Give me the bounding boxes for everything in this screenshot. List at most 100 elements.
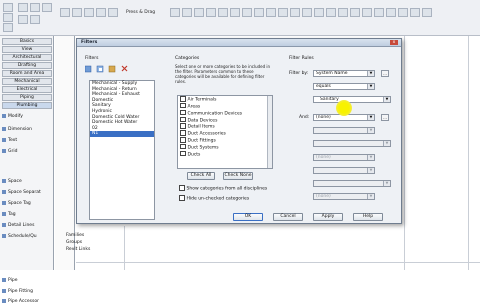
show-all-disciplines-checkbox[interactable] (179, 185, 185, 191)
toolbar-icon[interactable] (3, 3, 13, 12)
toolbar-icon[interactable] (194, 8, 204, 17)
new-filter-icon[interactable] (85, 65, 92, 73)
and-value-field[interactable]: ▼ (313, 140, 391, 147)
toolbar-icon[interactable] (30, 15, 40, 24)
toolbar-icon[interactable] (3, 23, 13, 32)
toolbar-icon[interactable] (410, 8, 420, 17)
category-checkbox[interactable] (180, 102, 186, 109)
tool-pipe-accessory[interactable]: Pipe Accessor (2, 298, 39, 305)
category-item[interactable]: Duct Fittings (178, 137, 272, 144)
toolbar-icon[interactable] (182, 8, 192, 17)
tool-space-tag[interactable]: Space Tag (2, 200, 31, 207)
toolbar-icon[interactable] (206, 8, 216, 17)
toolbar-icon[interactable] (290, 8, 300, 17)
browser-item-groups[interactable]: Groups (66, 240, 82, 245)
toolbar-icon[interactable] (30, 3, 40, 12)
category-item[interactable]: Duct Accessories (178, 130, 272, 137)
tool-text[interactable]: Text (2, 137, 17, 144)
tab-plumbing[interactable]: Plumbing (2, 102, 52, 109)
toolbar-icon[interactable] (18, 3, 28, 12)
category-checkbox[interactable] (180, 123, 186, 129)
categories-scrollbar[interactable] (267, 96, 272, 168)
toolbar-icon[interactable] (350, 8, 360, 17)
toolbar-icon[interactable] (242, 8, 252, 17)
tab-basics[interactable]: Basics (2, 38, 52, 45)
toolbar-icon[interactable] (18, 15, 28, 24)
toolbar-icon[interactable] (230, 8, 240, 17)
browser-item-families[interactable]: Families (66, 233, 84, 238)
duplicate-filter-icon[interactable] (96, 65, 104, 73)
category-checkbox[interactable] (180, 130, 186, 136)
browse-button[interactable]: ... (381, 70, 389, 77)
toolbar-icon[interactable] (314, 8, 324, 17)
category-checkbox[interactable] (180, 137, 186, 143)
rename-filter-icon[interactable] (108, 65, 116, 73)
tab-drafting[interactable]: Drafting (2, 62, 52, 69)
tool-pipe-fitting[interactable]: Pipe Fitting (2, 288, 33, 295)
toolbar-icon[interactable] (42, 3, 52, 12)
and-browse-button[interactable]: ... (381, 114, 389, 121)
operator-select[interactable]: equals ▼ (313, 83, 375, 90)
check-all-button[interactable]: Check All (187, 172, 215, 180)
category-item[interactable]: Data Devices (178, 116, 272, 124)
toolbar-icon[interactable] (326, 8, 336, 17)
tool-tag[interactable]: Tag (2, 211, 16, 218)
toolbar-icon[interactable] (218, 8, 228, 17)
toolbar-icon[interactable] (362, 8, 372, 17)
tab-architectural[interactable]: Architectural (2, 54, 52, 61)
toolbar-icon[interactable] (338, 8, 348, 17)
and2-value-field[interactable]: ▼ (313, 180, 391, 187)
toolbar-icon[interactable] (72, 8, 82, 17)
tool-modify[interactable]: Modify (2, 113, 23, 120)
ok-button[interactable]: OK (233, 213, 263, 221)
toolbar-icon[interactable] (96, 8, 106, 17)
category-item[interactable]: Areas (178, 102, 272, 110)
toolbar-icon[interactable] (254, 8, 264, 17)
hide-unchecked-checkbox[interactable] (179, 195, 185, 201)
tool-dimension[interactable]: Dimension (2, 126, 32, 133)
show-all-disciplines-option[interactable]: Show categories from all disciplines (179, 185, 267, 191)
filter-item-selected[interactable]: N1 (90, 131, 154, 137)
toolbar-icon[interactable] (266, 8, 276, 17)
tool-schedule[interactable]: Schedule/Qu (2, 233, 37, 240)
tool-space[interactable]: Space (2, 178, 22, 185)
category-checkbox[interactable] (180, 150, 186, 157)
toolbar-icon[interactable] (84, 8, 94, 17)
category-item[interactable]: Detail Items (178, 123, 272, 130)
help-button[interactable]: Help (353, 213, 383, 221)
tool-grid[interactable]: Grid (2, 148, 17, 155)
toolbar-icon[interactable] (422, 8, 432, 17)
tab-mechanical[interactable]: Mechanical (2, 78, 52, 85)
category-checkbox[interactable] (180, 96, 186, 102)
category-checkbox[interactable] (180, 143, 186, 150)
dialog-titlebar[interactable]: Filters x (77, 39, 401, 47)
toolbar-icon[interactable] (398, 8, 408, 17)
value-field[interactable]: Sanitary ▼ (313, 96, 391, 103)
and-operator-select[interactable]: ▼ (313, 127, 375, 134)
apply-button[interactable]: Apply (313, 213, 343, 221)
tab-electrical[interactable]: Electrical (2, 86, 52, 93)
categories-list[interactable]: Air Terminals Areas Communication Device… (177, 95, 273, 169)
category-checkbox[interactable] (180, 109, 186, 116)
tool-pipe[interactable]: Pipe (2, 277, 18, 284)
and2-parameter-select[interactable]: (none) ▼ (313, 154, 375, 161)
cancel-button[interactable]: Cancel (273, 213, 303, 221)
check-none-button[interactable]: Check None (223, 172, 253, 180)
toolbar-icon[interactable] (3, 13, 13, 22)
toolbar-icon[interactable] (374, 8, 384, 17)
filter-by-select[interactable]: System Name ▼ (313, 70, 375, 77)
category-item[interactable]: Duct Systems (178, 143, 272, 151)
tool-detail-lines[interactable]: Detail Lines (2, 222, 34, 229)
toolbar-icon[interactable] (108, 8, 118, 17)
tab-view[interactable]: View (2, 46, 52, 53)
tab-piping[interactable]: Piping (2, 94, 52, 101)
press-drag-label[interactable]: Press & Drag (126, 10, 155, 15)
category-item[interactable]: Air Terminals (178, 96, 272, 103)
toolbar-icon[interactable] (386, 8, 396, 17)
and3-parameter-select[interactable]: (none) ▼ (313, 193, 375, 200)
toolbar-icon[interactable] (302, 8, 312, 17)
toolbar-icon[interactable] (278, 8, 288, 17)
category-item[interactable]: Ducts (178, 150, 272, 158)
and2-operator-select[interactable]: ▼ (313, 167, 375, 174)
tool-space-separator[interactable]: Space Separat (2, 189, 41, 196)
